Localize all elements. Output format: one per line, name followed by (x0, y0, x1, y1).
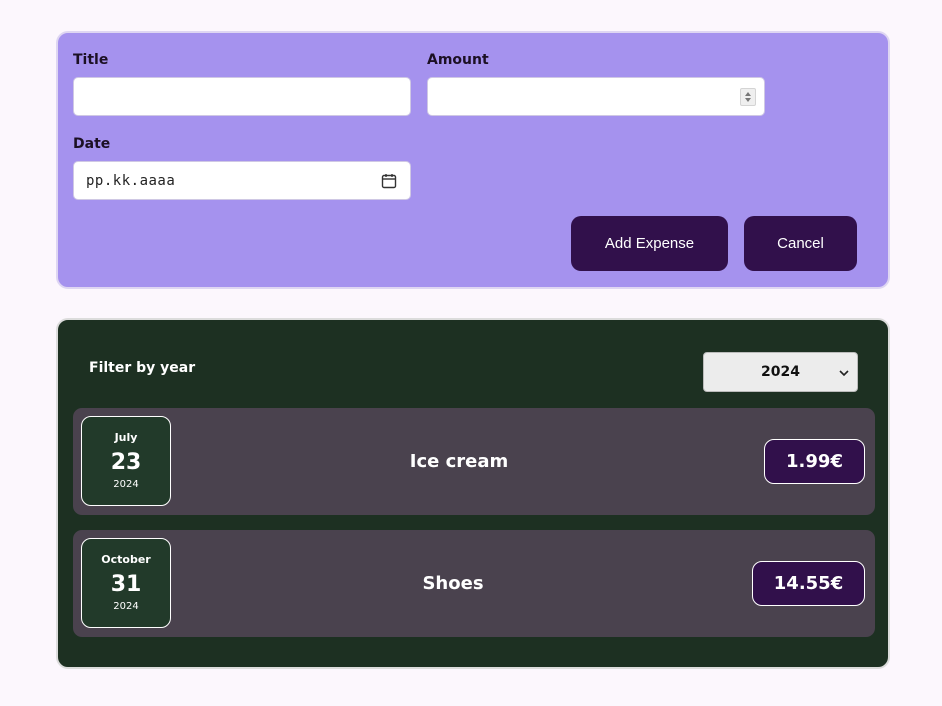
date-input[interactable]: pp.kk.aaaa (73, 161, 411, 200)
expense-year: 2024 (113, 479, 139, 490)
year-filter-select[interactable]: 2024 (703, 352, 858, 392)
title-input[interactable] (73, 77, 411, 116)
title-field-group: Title (73, 52, 411, 116)
title-label: Title (73, 52, 109, 68)
date-field-group: Date pp.kk.aaaa (73, 136, 411, 200)
expense-date: July 23 2024 (81, 416, 171, 506)
expense-month: July (114, 431, 138, 444)
amount-field-group: Amount (427, 52, 765, 116)
expense-day: 23 (110, 450, 142, 475)
chevron-down-icon (839, 370, 849, 377)
expense-month: October (101, 553, 151, 566)
calendar-icon[interactable] (381, 173, 397, 189)
expense-date: October 31 2024 (81, 538, 171, 628)
expense-day: 31 (110, 572, 142, 597)
amount-label: Amount (427, 52, 489, 68)
expense-title: Shoes (422, 573, 484, 594)
new-expense-form: Title Amount Date pp.kk.aaaa Add Expense… (56, 31, 890, 289)
expense-item: October 31 2024 Shoes 14.55€ (73, 530, 875, 637)
add-expense-button[interactable]: Add Expense (571, 216, 728, 271)
expense-item: July 23 2024 Ice cream 1.99€ (73, 408, 875, 515)
selected-year: 2024 (761, 364, 800, 380)
spinner-arrows-icon[interactable] (740, 88, 756, 106)
date-placeholder: pp.kk.aaaa (86, 173, 176, 189)
expense-amount: 1.99€ (764, 439, 865, 484)
filter-label: Filter by year (89, 360, 196, 376)
expenses-panel: Filter by year 2024 July 23 2024 Ice cre… (56, 318, 890, 669)
expense-year: 2024 (113, 601, 139, 612)
expense-amount: 14.55€ (752, 561, 865, 606)
amount-input[interactable] (427, 77, 765, 116)
expense-title: Ice cream (409, 451, 509, 472)
cancel-button[interactable]: Cancel (744, 216, 857, 271)
date-label: Date (73, 136, 111, 152)
